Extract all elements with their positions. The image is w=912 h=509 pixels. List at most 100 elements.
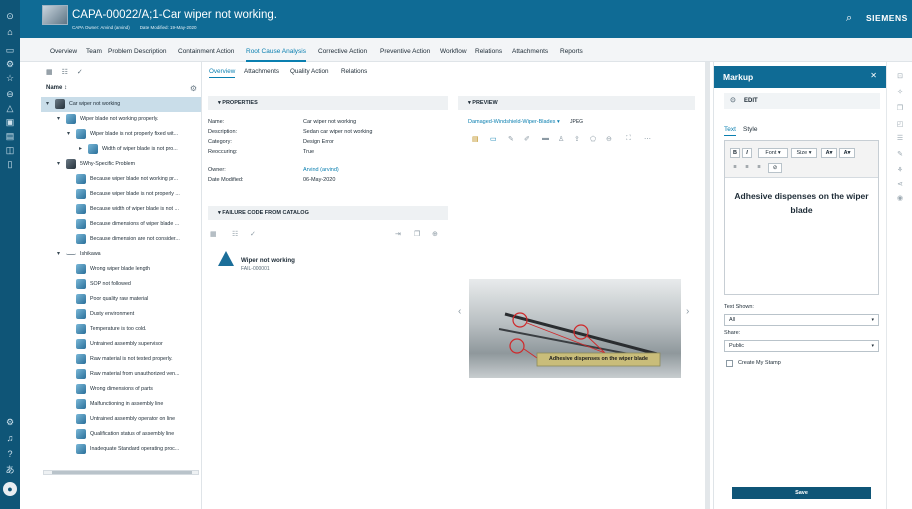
tree-row[interactable]: Dusty environment [41,307,201,322]
tree-column-header[interactable]: Name ↕ ⚙ [41,84,201,96]
align-left-icon[interactable]: ≡ [730,163,740,173]
tree-row[interactable]: ▾ Wiper blade is not properly fixed wit..… [41,127,201,142]
tree-row[interactable]: ▾ Car wiper not working [41,97,201,112]
tab-overview[interactable]: Overview [50,48,77,55]
failure-code-section-header[interactable]: ▾ FAILURE CODE FROM CATALOG [208,206,448,220]
text-shown-select[interactable]: All ▾ [724,314,879,326]
new-item-icon[interactable]: ⊡ [895,72,905,82]
workflow-icon[interactable]: ⚘ [895,166,905,176]
upload-icon[interactable]: ⇪ [574,135,580,143]
grid-view-icon[interactable]: ▦ [210,230,217,238]
share-select[interactable]: Public ▾ [724,340,879,352]
tree-row[interactable]: Because wiper blade is not properly ... [41,187,201,202]
export-icon[interactable]: ⇥ [395,230,401,238]
chevron-down-icon[interactable]: ▾ [57,160,60,167]
share-icon[interactable]: ⋖ [895,180,905,190]
align-center-icon[interactable]: ≡ [742,163,752,173]
help-icon[interactable]: ? [4,448,16,460]
chevron-down-icon[interactable]: ▾ [67,130,70,137]
tab-attachments[interactable]: Attachments [512,48,548,55]
zoom-icon[interactable]: ⊖ [606,135,612,143]
italic-button[interactable]: I [742,148,752,158]
tree-row[interactable]: ▾ 5Why-Specific Problem [41,157,201,172]
more-icon[interactable]: ⋯ [644,135,651,143]
link-icon[interactable]: ⊘ [768,163,782,173]
favorites-icon[interactable]: ☆ [4,72,16,84]
bold-button[interactable]: B [730,148,740,158]
tab-corrective-action[interactable]: Corrective Action [318,48,367,55]
fullscreen-icon[interactable]: ⛶ [626,135,631,143]
list-icon[interactable]: ☰ [895,134,905,144]
shape-icon[interactable]: ⬠ [590,135,596,143]
tree-row[interactable]: Malfunctioning in assembly line [41,397,201,412]
grid-view-icon[interactable]: ▦ [46,69,53,76]
font-select[interactable]: Font ▾ [758,148,788,158]
tree-row[interactable]: ▸ Width of wiper blade is not pro... [41,142,201,157]
subtab-quality-action[interactable]: Quality Action [290,68,329,75]
home-icon[interactable]: ⌂ [4,26,16,38]
tab-text[interactable]: Text [724,126,736,136]
markup-text-content[interactable]: Adhesive dispenses on the wiper blade [725,189,878,217]
search-icon[interactable]: ⌕ [846,12,852,25]
settings-icon[interactable]: ⚙ [4,58,16,70]
tree-row[interactable]: Raw material is not tested properly. [41,352,201,367]
create-stamp-checkbox[interactable] [726,360,733,367]
close-icon[interactable]: ✕ [870,71,877,80]
copy-icon[interactable]: ❐ [895,104,905,114]
copy-icon[interactable]: ❐ [414,230,420,238]
edit-button[interactable]: ⊙ EDIT [724,93,880,109]
preview-section-header[interactable]: ▾ PREVIEW [458,96,695,110]
tab-root-cause-analysis[interactable]: Root Cause Analysis [246,48,306,62]
tab-relations[interactable]: Relations [475,48,502,55]
tree-row[interactable]: SOP not followed [41,277,201,292]
tree-row[interactable]: Because wiper blade not working pr... [41,172,201,187]
tree-row[interactable]: Because dimension are not consider... [41,232,201,247]
marker-icon[interactable]: ✐ [524,135,530,143]
name-column-label[interactable]: Name ↕ [46,85,67,91]
save-button[interactable]: Save [732,487,871,499]
check-icon[interactable]: ✓ [250,230,256,238]
preview-file-select[interactable]: Damaged-Windshield-Wiper-Blades ▾ [468,119,560,125]
subtab-overview[interactable]: Overview [209,68,236,78]
tree-row[interactable]: Qualification status of assembly line [41,427,201,442]
center-scrollbar[interactable] [705,62,710,509]
tree-row[interactable]: Inadequate Standard operating proc... [41,442,201,457]
previous-image-icon[interactable]: ‹ [458,306,461,317]
chevron-down-icon[interactable]: ▾ [57,250,60,257]
document-icon[interactable]: ◰ [895,120,905,130]
tree-row[interactable]: Because dimensions of wiper blade ... [41,217,201,232]
language-icon[interactable]: あ [4,464,16,476]
bell-icon[interactable]: ♫ [4,432,16,444]
inbox-icon[interactable]: ⊖ [4,88,16,100]
check-icon[interactable]: ✓ [77,69,83,76]
ruler-icon[interactable]: ▬ [542,135,549,142]
folder-icon[interactable]: ▭ [4,44,16,56]
tab-preventive-action[interactable]: Preventive Action [380,48,430,55]
tree-horizontal-scrollbar[interactable] [43,470,199,475]
tree-row[interactable]: Wrong dimensions of parts [41,382,201,397]
tab-team[interactable]: Team [86,48,102,55]
avatar[interactable]: ● [3,482,17,496]
tree-row[interactable]: Poor quality raw material [41,292,201,307]
tree-row[interactable]: Because width of wiper blade is not ... [41,202,201,217]
owner-link[interactable]: Arvind (arvind) [303,167,339,173]
tab-containment-action[interactable]: Containment Action [178,48,234,55]
compass-icon[interactable]: ⊙ [4,10,16,22]
failure-name[interactable]: Wiper not working [241,257,295,264]
tree-row[interactable]: Untrained assembly operator on line [41,412,201,427]
chevron-down-icon[interactable]: ▾ [46,100,49,107]
warning-icon[interactable]: △ [4,102,16,114]
list-view-icon[interactable]: ☷ [232,230,238,238]
tree-row[interactable]: ▾ Wiper blade not working properly. [41,112,201,127]
size-select[interactable]: Size ▾ [791,148,817,158]
report-icon[interactable]: ▣ [4,116,16,128]
pin-icon[interactable]: ✧ [895,88,905,98]
tab-problem-description[interactable]: Problem Description [108,48,167,55]
eye-icon[interactable]: ◉ [895,194,905,204]
background-color-button[interactable]: A▾ [839,148,855,158]
markup-text-editor[interactable]: B I Font ▾ Size ▾ A▾ A▾ ≡ ≡ ≡ ⊘ Adhesive… [724,140,879,295]
tree-row[interactable]: Untrained assembly supervisor [41,337,201,352]
scrollbar-thumb[interactable] [52,471,192,474]
pen-icon[interactable]: ✎ [508,135,514,143]
tree-row[interactable]: ▾ Ishikawa [41,247,201,262]
